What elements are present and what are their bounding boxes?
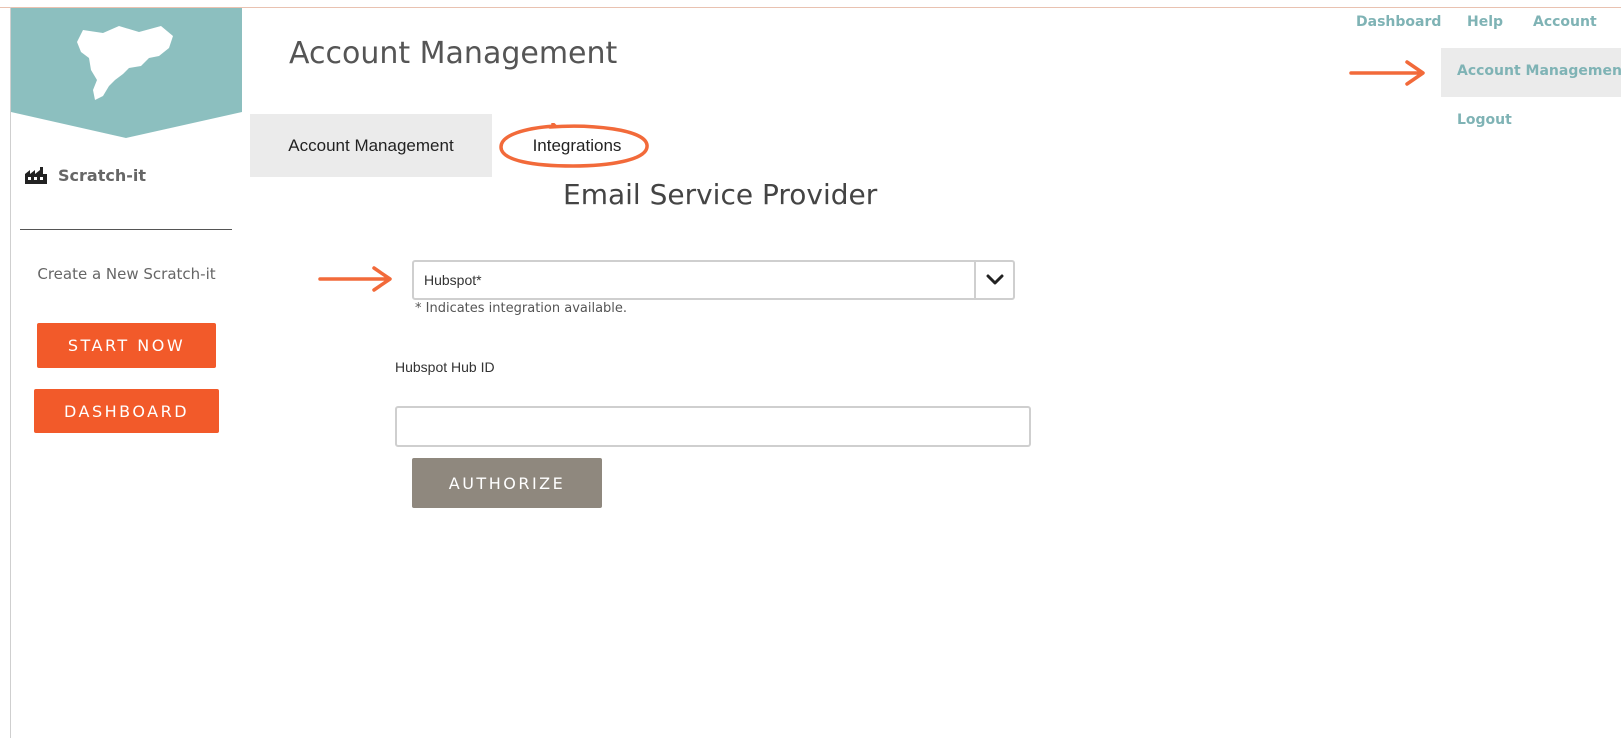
integration-note: * Indicates integration available.	[415, 301, 628, 316]
section-title: Email Service Provider	[563, 178, 878, 211]
nav-account-link[interactable]: Account	[1533, 14, 1597, 30]
page-title: Account Management	[289, 36, 618, 71]
tab-bar: Account Management Integrations	[250, 114, 650, 177]
annotation-arrow-icon	[318, 266, 392, 292]
email-provider-value: Hubspot*	[424, 272, 482, 288]
nav-help-link[interactable]: Help	[1467, 14, 1503, 30]
tab-account-management[interactable]: Account Management	[250, 114, 492, 177]
factory-icon	[25, 167, 47, 184]
sidebar-banner	[11, 8, 242, 138]
start-now-button[interactable]: START NOW	[37, 323, 216, 368]
hub-id-input[interactable]	[395, 406, 1031, 447]
menu-logout[interactable]: Logout	[1457, 112, 1512, 128]
sidebar-divider	[20, 229, 232, 230]
top-border	[0, 7, 1621, 8]
authorize-button[interactable]: AUTHORIZE	[412, 458, 602, 508]
menu-account-management[interactable]: Account Management	[1457, 63, 1621, 79]
create-new-label: Create a New Scratch-it	[37, 265, 216, 283]
tab-integrations[interactable]: Integrations	[497, 114, 657, 177]
brand[interactable]: Scratch-it	[24, 164, 146, 186]
email-provider-select[interactable]: Hubspot*	[412, 260, 1015, 300]
dashboard-button[interactable]: DASHBOARD	[34, 389, 219, 433]
hub-id-label: Hubspot Hub ID	[395, 359, 495, 375]
nav-dashboard-link[interactable]: Dashboard	[1356, 14, 1441, 30]
sidebar: Scratch-it Create a New Scratch-it START…	[11, 8, 242, 738]
chevron-down-icon[interactable]	[974, 262, 1013, 298]
annotation-arrow-icon	[1349, 60, 1425, 86]
brand-label: Scratch-it	[58, 165, 146, 185]
